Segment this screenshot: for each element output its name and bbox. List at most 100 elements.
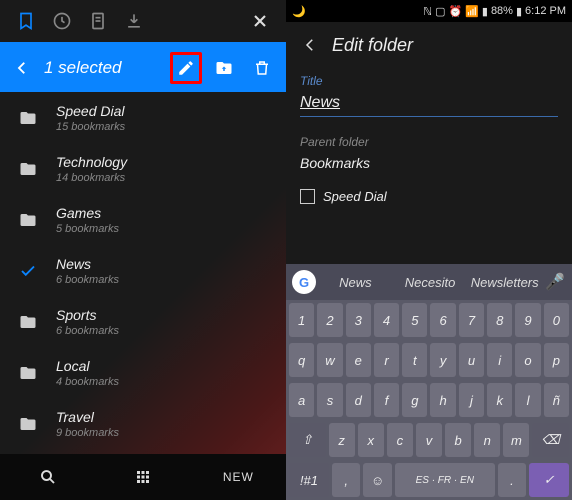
- backspace-key[interactable]: ⌫: [532, 423, 569, 457]
- back-button[interactable]: [294, 29, 326, 61]
- list-item[interactable]: News6 bookmarks: [0, 245, 286, 296]
- google-icon[interactable]: G: [292, 270, 316, 294]
- key[interactable]: 4: [374, 303, 399, 337]
- key[interactable]: 9: [515, 303, 540, 337]
- history-tab[interactable]: [44, 3, 80, 39]
- key[interactable]: 5: [402, 303, 427, 337]
- folder-icon: [14, 308, 42, 336]
- suggestion[interactable]: News: [320, 275, 391, 290]
- symbols-key[interactable]: !#1: [289, 463, 329, 497]
- new-button[interactable]: NEW: [191, 454, 286, 500]
- key[interactable]: h: [430, 383, 455, 417]
- close-button[interactable]: [242, 3, 278, 39]
- key[interactable]: f: [374, 383, 399, 417]
- key[interactable]: x: [358, 423, 384, 457]
- folder-name: News: [56, 256, 119, 272]
- key[interactable]: e: [346, 343, 371, 377]
- key[interactable]: k: [487, 383, 512, 417]
- speed-dial-checkbox-row[interactable]: Speed Dial: [300, 189, 558, 204]
- key[interactable]: s: [317, 383, 342, 417]
- folder-count: 9 bookmarks: [56, 427, 119, 439]
- folder-icon: [14, 359, 42, 387]
- selection-count: 1 selected: [44, 58, 122, 78]
- key[interactable]: c: [387, 423, 413, 457]
- edit-header: Edit folder: [286, 22, 572, 68]
- key-row-5: !#1 , ☺ ES · FR · EN . ✓: [286, 460, 572, 500]
- title-label: Title: [300, 74, 558, 88]
- parent-value[interactable]: Bookmarks: [300, 155, 558, 171]
- shift-key[interactable]: ⇧: [289, 423, 326, 457]
- edit-folder-pane: 🌙 ℕ ▢ ⏰ 📶 ▮ 88% ▮ 6:12 PM Edit folder Ti…: [286, 0, 572, 500]
- key[interactable]: g: [402, 383, 427, 417]
- signal-icon: ▮: [482, 5, 488, 18]
- done-key[interactable]: ✓: [529, 463, 569, 497]
- search-button[interactable]: [0, 454, 95, 500]
- key[interactable]: o: [515, 343, 540, 377]
- status-bar: 🌙 ℕ ▢ ⏰ 📶 ▮ 88% ▮ 6:12 PM: [286, 0, 572, 22]
- key[interactable]: 8: [487, 303, 512, 337]
- folder-name: Games: [56, 205, 119, 221]
- edit-button[interactable]: [170, 52, 202, 84]
- key[interactable]: v: [416, 423, 442, 457]
- saved-pages-tab[interactable]: [80, 3, 116, 39]
- keyboard: G News Necesito Newsletters 🎤 1234567890…: [286, 264, 572, 500]
- folder-name: Local: [56, 358, 119, 374]
- parent-label: Parent folder: [300, 135, 558, 149]
- suggestion[interactable]: Necesito: [395, 275, 466, 290]
- key[interactable]: n: [474, 423, 500, 457]
- folder-count: 6 bookmarks: [56, 325, 119, 337]
- list-item[interactable]: Sports6 bookmarks: [0, 296, 286, 347]
- mic-icon[interactable]: 🎤: [544, 272, 566, 292]
- checkbox-icon[interactable]: [300, 189, 315, 204]
- list-item[interactable]: Travel9 bookmarks: [0, 398, 286, 449]
- list-item[interactable]: Local 4 bookmarks: [0, 347, 286, 398]
- bookmarks-tab[interactable]: [8, 3, 44, 39]
- key[interactable]: ñ: [544, 383, 569, 417]
- key[interactable]: m: [503, 423, 529, 457]
- key[interactable]: l: [515, 383, 540, 417]
- key[interactable]: q: [289, 343, 314, 377]
- key[interactable]: r: [374, 343, 399, 377]
- folder-name: Technology: [56, 154, 127, 170]
- key[interactable]: b: [445, 423, 471, 457]
- space-key[interactable]: ES · FR · EN: [395, 463, 495, 497]
- list-item[interactable]: Games5 bookmarks: [0, 194, 286, 245]
- key[interactable]: u: [459, 343, 484, 377]
- folder-count: 4 bookmarks: [56, 376, 119, 388]
- delete-button[interactable]: [246, 52, 278, 84]
- key[interactable]: t: [402, 343, 427, 377]
- bottom-bar: NEW: [0, 454, 286, 500]
- period-key[interactable]: .: [498, 463, 527, 497]
- key[interactable]: j: [459, 383, 484, 417]
- key[interactable]: 7: [459, 303, 484, 337]
- key[interactable]: i: [487, 343, 512, 377]
- downloads-tab[interactable]: [116, 3, 152, 39]
- key[interactable]: 3: [346, 303, 371, 337]
- key[interactable]: d: [346, 383, 371, 417]
- title-input[interactable]: [300, 90, 558, 117]
- key[interactable]: y: [430, 343, 455, 377]
- key[interactable]: 2: [317, 303, 342, 337]
- list-item[interactable]: Speed Dial15 bookmarks: [0, 92, 286, 143]
- emoji-key[interactable]: ☺: [363, 463, 392, 497]
- comma-key[interactable]: ,: [332, 463, 361, 497]
- key[interactable]: p: [544, 343, 569, 377]
- folder-icon: [14, 410, 42, 438]
- key[interactable]: a: [289, 383, 314, 417]
- suggestion[interactable]: Newsletters: [469, 275, 540, 290]
- battery-icon: ▮: [516, 5, 522, 18]
- key[interactable]: 0: [544, 303, 569, 337]
- alarm-icon: ⏰: [448, 5, 462, 18]
- folder-icon: [14, 155, 42, 183]
- grid-button[interactable]: [95, 454, 190, 500]
- back-button[interactable]: [8, 54, 36, 82]
- nfc-icon: ℕ: [423, 5, 432, 18]
- key[interactable]: 6: [430, 303, 455, 337]
- key-row-4: ⇧ zxcvbnm ⌫: [286, 420, 572, 460]
- key[interactable]: 1: [289, 303, 314, 337]
- key[interactable]: z: [329, 423, 355, 457]
- key[interactable]: w: [317, 343, 342, 377]
- list-item[interactable]: Technology14 bookmarks: [0, 143, 286, 194]
- move-button[interactable]: [208, 52, 240, 84]
- key-row-3: asdfghjklñ: [286, 380, 572, 420]
